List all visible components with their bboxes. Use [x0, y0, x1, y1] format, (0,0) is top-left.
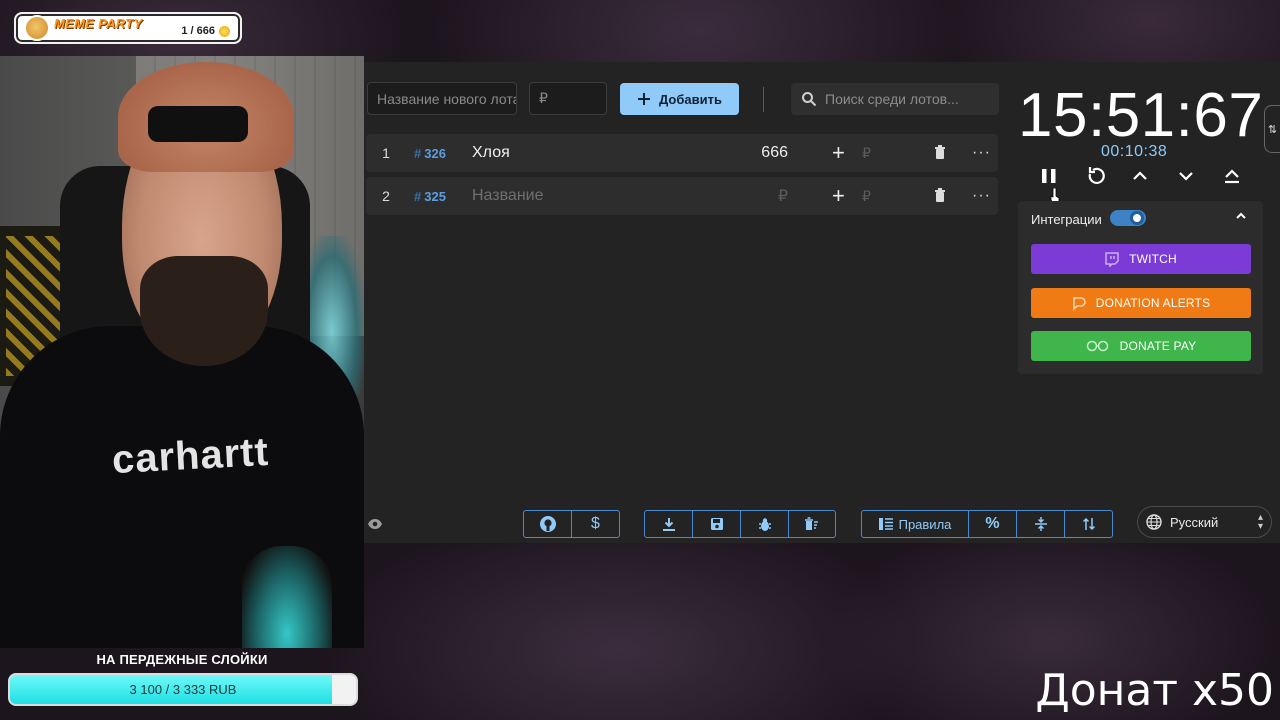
- cap-band: [148, 106, 248, 142]
- donation-goal-title: НА ПЕРДЕЖНЫЕ СЛОЙКИ: [96, 652, 268, 667]
- new-lot-name-input[interactable]: Название нового лота: [367, 82, 517, 115]
- toolbar-divider: [763, 87, 764, 112]
- reset-icon[interactable]: [1085, 165, 1107, 187]
- lot-row: 1 #326 Хлоя 666 + ₽ ···: [366, 134, 998, 172]
- integrations-label: Интеграции: [1031, 212, 1102, 227]
- donate-pay-icon: [1086, 340, 1108, 352]
- bug-icon: [758, 517, 771, 531]
- github-button[interactable]: [524, 511, 572, 537]
- settings-button-group: Правила %: [861, 510, 1113, 538]
- donation-goal-text: 3 100 / 3 333 RUB: [129, 682, 237, 697]
- trash-icon[interactable]: [934, 145, 946, 160]
- donation-goal-bar: 3 100 / 3 333 RUB: [8, 673, 358, 706]
- chevron-down-icon[interactable]: [1176, 165, 1196, 187]
- donation-alerts-integration-button[interactable]: DONATION ALERTS: [1031, 288, 1251, 318]
- sort-button[interactable]: [1065, 511, 1112, 537]
- links-button-group: $: [523, 510, 620, 538]
- download-button[interactable]: [645, 511, 693, 537]
- main-timer: 15:51:67: [1018, 81, 1264, 150]
- rules-button[interactable]: Правила: [862, 511, 969, 537]
- sort-arrows-icon: [1082, 517, 1095, 531]
- save-icon: [710, 518, 723, 530]
- lot-name[interactable]: Название: [472, 187, 712, 205]
- more-options-icon[interactable]: ···: [972, 144, 991, 162]
- lot-name[interactable]: Хлоя: [472, 144, 712, 162]
- doge-avatar-icon: [24, 15, 50, 41]
- webcam-feed: carhartt: [0, 56, 364, 648]
- desk-lamp: [242, 546, 332, 648]
- download-icon: [662, 518, 675, 531]
- delete-sweep-icon: [805, 517, 818, 530]
- data-button-group: [644, 510, 836, 538]
- search-icon: [802, 92, 817, 107]
- streamer-beard: [140, 256, 268, 366]
- lot-id-tag[interactable]: #325: [406, 189, 472, 204]
- compress-button[interactable]: [1017, 511, 1065, 537]
- hash-icon: #: [414, 188, 422, 204]
- elapsed-timer: 00:10:38: [1101, 143, 1168, 160]
- dollar-icon: $: [591, 515, 600, 532]
- github-icon: [539, 516, 556, 532]
- language-select[interactable]: Русский ▴ ▾: [1137, 506, 1272, 538]
- percent-button[interactable]: %: [969, 511, 1017, 537]
- double-up-icon[interactable]: [1222, 165, 1242, 187]
- lot-id-tag[interactable]: #326: [406, 146, 472, 161]
- add-lot-button[interactable]: Добавить: [620, 83, 739, 115]
- plus-icon: [638, 93, 651, 105]
- hash-icon: #: [414, 145, 422, 161]
- pause-icon[interactable]: [1040, 165, 1058, 187]
- integrations-toggle[interactable]: [1110, 210, 1146, 226]
- shirt-logo: carhartt: [110, 429, 270, 483]
- trash-icon[interactable]: [934, 188, 946, 203]
- donation-alerts-icon: [1072, 296, 1086, 311]
- donate-pay-integration-button[interactable]: DONATE PAY: [1031, 331, 1251, 361]
- meme-party-count: 1 / 666: [181, 25, 230, 37]
- meme-party-title: MEME PARTY: [54, 15, 143, 31]
- more-options-icon[interactable]: ···: [972, 187, 991, 205]
- bug-report-button[interactable]: [741, 511, 789, 537]
- toggle-knob: [1130, 211, 1144, 225]
- select-arrows-icon: ▴ ▾: [1257, 512, 1263, 532]
- rules-icon: [878, 518, 893, 530]
- percent-icon: %: [985, 515, 1000, 532]
- new-lot-amount-input[interactable]: ₽: [529, 82, 607, 115]
- twitch-icon: [1105, 251, 1119, 267]
- visibility-eye-icon[interactable]: [367, 518, 383, 530]
- compress-icon: [1034, 517, 1047, 531]
- add-amount-input[interactable]: ₽: [862, 188, 871, 205]
- lot-search-input[interactable]: Поиск среди лотов...: [791, 83, 999, 115]
- twitch-integration-button[interactable]: TWITCH: [1031, 244, 1251, 274]
- donate-multiplier-banner: Донат x50: [1035, 665, 1274, 716]
- add-amount-icon[interactable]: +: [832, 140, 845, 166]
- lot-index: 1: [382, 145, 390, 161]
- save-button[interactable]: [693, 511, 741, 537]
- lot-amount[interactable]: ₽: [712, 186, 788, 206]
- coin-icon: [219, 25, 230, 37]
- lot-index: 2: [382, 188, 390, 204]
- meme-party-bar: MEME PARTY 1 / 666: [14, 12, 242, 44]
- integrations-panel: Интеграции TWITCH DONATION ALERTS DONATE…: [1018, 201, 1263, 374]
- donate-dollar-button[interactable]: $: [572, 511, 619, 537]
- chevron-up-icon[interactable]: [1130, 165, 1150, 187]
- clear-all-button[interactable]: [789, 511, 835, 537]
- collapse-chevron-icon[interactable]: [1235, 211, 1247, 221]
- lot-amount[interactable]: 666: [712, 144, 788, 162]
- lot-row: 2 #325 Название ₽ + ₽ ···: [366, 177, 998, 215]
- add-amount-input[interactable]: ₽: [862, 145, 871, 162]
- globe-icon: [1146, 514, 1162, 530]
- add-amount-icon[interactable]: +: [832, 183, 845, 209]
- swap-layout-icon[interactable]: ⇅: [1264, 105, 1280, 153]
